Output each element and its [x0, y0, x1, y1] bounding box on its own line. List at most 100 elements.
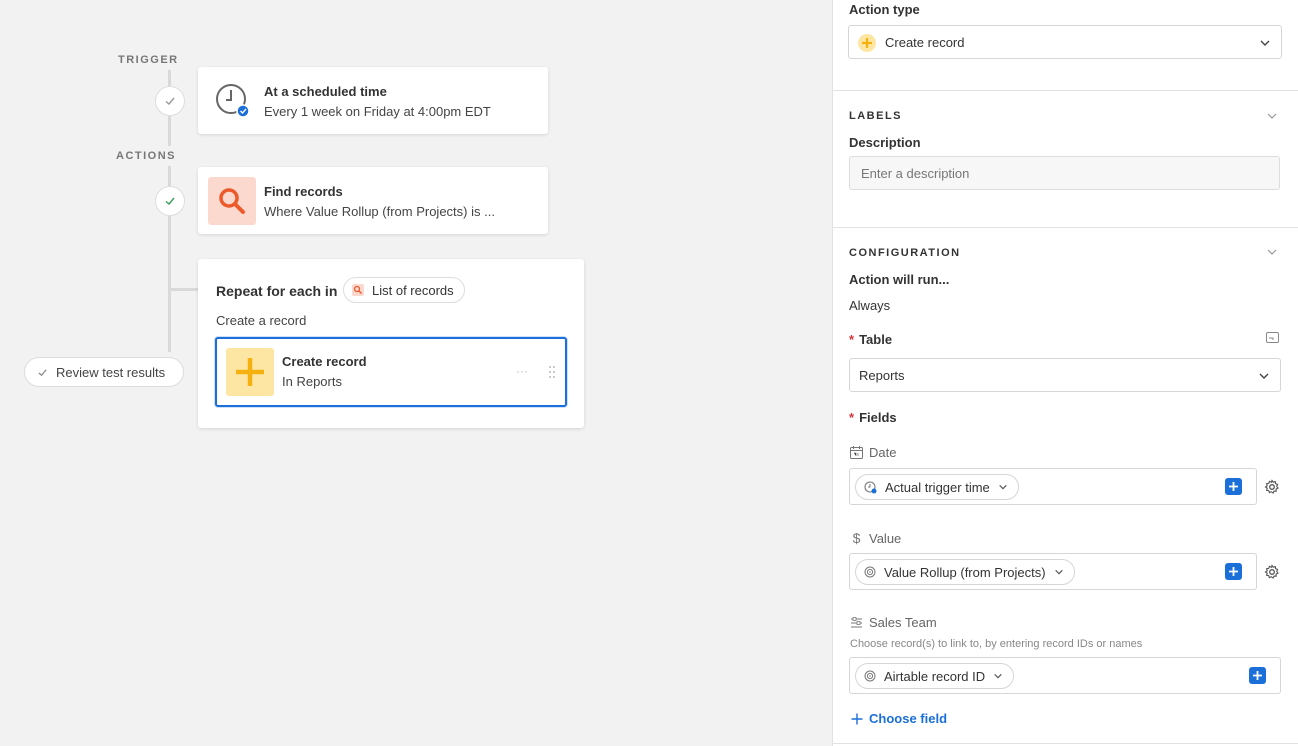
- connector-branch: [168, 288, 200, 291]
- chevron-down-icon[interactable]: [1266, 246, 1278, 258]
- connector-line: [168, 166, 171, 186]
- trigger-section-label: TRIGGER: [118, 54, 179, 66]
- value-rollup-label: Value Rollup (from Projects): [884, 564, 1046, 580]
- list-of-records-label: List of records: [372, 282, 454, 298]
- required-marker: *: [849, 332, 855, 347]
- divider: [833, 90, 1298, 91]
- table-label-text: Table: [859, 332, 893, 347]
- gear-icon[interactable]: [1264, 564, 1280, 580]
- description-input[interactable]: Enter a description: [849, 156, 1280, 190]
- chevron-down-icon: [999, 484, 1007, 490]
- actual-trigger-time-label: Actual trigger time: [885, 479, 990, 495]
- action-type-label: Action type: [849, 2, 920, 17]
- trigger-status-check: [155, 86, 185, 116]
- linked-record-icon: [851, 616, 862, 627]
- repeat-title: Repeat for each in: [216, 283, 338, 299]
- create-icon-tile: [226, 348, 274, 396]
- trigger-card-title: At a scheduled time: [264, 84, 387, 99]
- plus-icon: [1229, 482, 1238, 491]
- check-icon: [165, 97, 175, 105]
- connector-line: [168, 70, 171, 86]
- action-config-panel: Action type Create record LABELS Descrip…: [832, 0, 1298, 746]
- table-select[interactable]: Reports: [849, 358, 1281, 392]
- clock-icon: [864, 480, 877, 493]
- search-icon: [219, 188, 245, 214]
- divider: [833, 227, 1298, 228]
- value-field-label: $ Value: [850, 530, 902, 546]
- find-records-card[interactable]: Find records Where Value Rollup (from Pr…: [198, 167, 548, 234]
- value-field-label-text: Value: [869, 530, 902, 546]
- plus-icon: [858, 34, 876, 52]
- actual-trigger-time-token[interactable]: Actual trigger time: [855, 474, 1019, 500]
- plus-icon: [851, 713, 863, 724]
- more-options-icon[interactable]: ···: [516, 364, 528, 378]
- sales-team-hint: Choose record(s) to link to, by entering…: [850, 638, 1143, 650]
- connector-line: [168, 116, 171, 146]
- action-type-value: Create record: [885, 35, 965, 50]
- date-field-label-text: Date: [869, 445, 897, 460]
- check-icon: [38, 368, 47, 376]
- configuration-section-header: CONFIGURATION: [849, 247, 961, 259]
- expand-table-icon[interactable]: [1266, 332, 1279, 344]
- review-test-results-button[interactable]: Review test results: [24, 357, 184, 387]
- check-icon: [165, 197, 175, 205]
- choose-field-label: Choose field: [869, 711, 948, 726]
- choose-field-button[interactable]: Choose field: [851, 711, 947, 726]
- drag-handle-icon[interactable]: [548, 365, 556, 382]
- description-label: Description: [849, 135, 921, 150]
- action-will-run-label: Action will run...: [849, 272, 950, 287]
- search-icon: [352, 284, 364, 296]
- chevron-down-icon: [994, 673, 1002, 679]
- divider: [833, 743, 1298, 744]
- date-field-label: Date: [850, 445, 896, 460]
- chevron-down-icon: [1259, 373, 1269, 379]
- chevron-down-icon: [1054, 569, 1063, 575]
- plus-icon: [1253, 671, 1262, 680]
- labels-section-header: LABELS: [849, 110, 902, 122]
- fields-label-text: Fields: [859, 410, 897, 425]
- sales-team-field-input[interactable]: Airtable record ID: [849, 657, 1281, 694]
- find-status-check: [155, 186, 185, 216]
- airtable-record-id-label: Airtable record ID: [884, 668, 986, 684]
- chevron-down-icon[interactable]: [1266, 110, 1278, 122]
- clock-icon: [215, 83, 250, 118]
- value-field-input[interactable]: Value Rollup (from Projects): [849, 553, 1257, 590]
- find-icon-tile: [208, 177, 256, 225]
- airtable-record-id-token[interactable]: Airtable record ID: [855, 663, 1015, 689]
- connector-line: [168, 216, 171, 352]
- list-of-records-token[interactable]: List of records: [343, 277, 465, 303]
- review-test-results-label: Review test results: [56, 364, 166, 380]
- create-card-title: Create record: [282, 354, 367, 369]
- action-will-run-value[interactable]: Always: [849, 298, 890, 313]
- chevron-down-icon: [1260, 40, 1270, 46]
- action-type-select[interactable]: Create record: [848, 25, 1282, 59]
- find-card-subtitle: Where Value Rollup (from Projects) is ..…: [264, 204, 495, 219]
- sales-team-field-label: Sales Team: [850, 615, 937, 630]
- create-card-subtitle: In Reports: [282, 374, 342, 389]
- trigger-card[interactable]: At a scheduled time Every 1 week on Frid…: [198, 67, 548, 134]
- repeat-group-card[interactable]: Repeat for each in List of records Creat…: [198, 259, 584, 428]
- insert-token-button[interactable]: [1225, 563, 1242, 580]
- calendar-icon: [850, 446, 863, 459]
- create-record-card[interactable]: Create record In Reports ···: [215, 337, 567, 407]
- fingerprint-icon: [864, 670, 876, 682]
- sales-team-field-label-text: Sales Team: [869, 615, 937, 630]
- plus-icon: [1229, 567, 1238, 576]
- plus-icon: [236, 358, 264, 386]
- automation-canvas: TRIGGER ACTIONS At a scheduled time Ever…: [0, 0, 832, 746]
- table-label: * Table: [849, 332, 892, 347]
- trigger-card-subtitle: Every 1 week on Friday at 4:00pm EDT: [264, 104, 491, 119]
- actions-section-label: ACTIONS: [116, 150, 176, 162]
- table-select-value: Reports: [859, 368, 905, 383]
- value-rollup-token[interactable]: Value Rollup (from Projects): [855, 559, 1075, 585]
- required-marker: *: [849, 410, 855, 425]
- date-field-input[interactable]: Actual trigger time: [849, 468, 1257, 505]
- gear-icon[interactable]: [1264, 479, 1280, 495]
- insert-token-button[interactable]: [1249, 667, 1266, 684]
- fields-label: * Fields: [849, 410, 897, 425]
- rollup-icon: [864, 566, 876, 578]
- description-placeholder: Enter a description: [861, 166, 970, 181]
- find-card-title: Find records: [264, 184, 343, 199]
- insert-token-button[interactable]: [1225, 478, 1242, 495]
- currency-icon: $: [852, 530, 861, 546]
